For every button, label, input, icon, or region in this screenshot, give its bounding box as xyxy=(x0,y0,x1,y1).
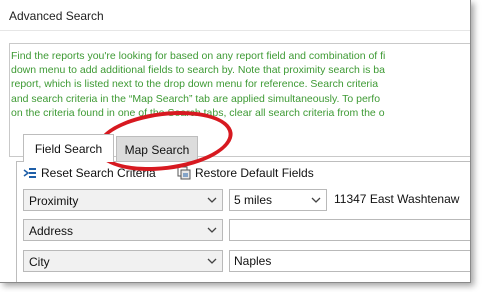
window-content: Find the reports you're looking for base… xyxy=(0,31,470,282)
proximity-reference-address: 11347 East Washtenaw xyxy=(334,192,460,206)
reset-search-criteria-button[interactable]: Reset Search Criteria xyxy=(23,166,156,180)
info-line: Find the reports you're looking for base… xyxy=(11,50,386,62)
info-line: on the criteria found in one of the Sear… xyxy=(11,106,385,119)
proximity-distance-value: 5 miles xyxy=(234,193,273,207)
city-input-value: Naples xyxy=(234,254,272,268)
info-text: Find the reports you're looking for base… xyxy=(11,49,470,120)
reset-icon xyxy=(23,166,37,180)
chevron-down-icon xyxy=(207,227,217,233)
info-line: and search criteria in the “Map Search” … xyxy=(11,92,381,105)
field-select-label: Proximity xyxy=(29,194,79,208)
restore-icon xyxy=(177,166,191,180)
field-search-panel: Reset Search Criteria Restore Default Fi… xyxy=(16,161,470,282)
proximity-distance-select[interactable]: 5 miles xyxy=(229,189,327,211)
reset-search-criteria-label: Reset Search Criteria xyxy=(41,166,156,180)
chevron-down-icon xyxy=(207,197,217,203)
field-select-city[interactable]: City xyxy=(23,250,223,272)
field-select-address[interactable]: Address xyxy=(23,219,223,241)
tab-field-search[interactable]: Field Search xyxy=(23,134,114,162)
address-input[interactable] xyxy=(229,219,470,241)
field-select-proximity[interactable]: Proximity xyxy=(23,189,223,211)
restore-default-fields-label: Restore Default Fields xyxy=(195,166,314,180)
info-line: down menu to add additional fields to se… xyxy=(11,64,385,77)
restore-default-fields-button[interactable]: Restore Default Fields xyxy=(177,166,314,180)
tab-map-search[interactable]: Map Search xyxy=(116,136,198,162)
title-bar: Advanced Search xyxy=(0,0,470,31)
advanced-search-window: Advanced Search Find the reports you're … xyxy=(0,0,471,283)
info-line: report, which is listed next to the drop… xyxy=(11,78,379,91)
city-input[interactable]: Naples xyxy=(229,250,470,272)
chevron-down-icon xyxy=(311,197,321,203)
chevron-down-icon xyxy=(207,258,217,264)
field-select-label: City xyxy=(29,255,50,269)
field-select-label: Address xyxy=(29,224,74,238)
window-title: Advanced Search xyxy=(9,9,104,23)
